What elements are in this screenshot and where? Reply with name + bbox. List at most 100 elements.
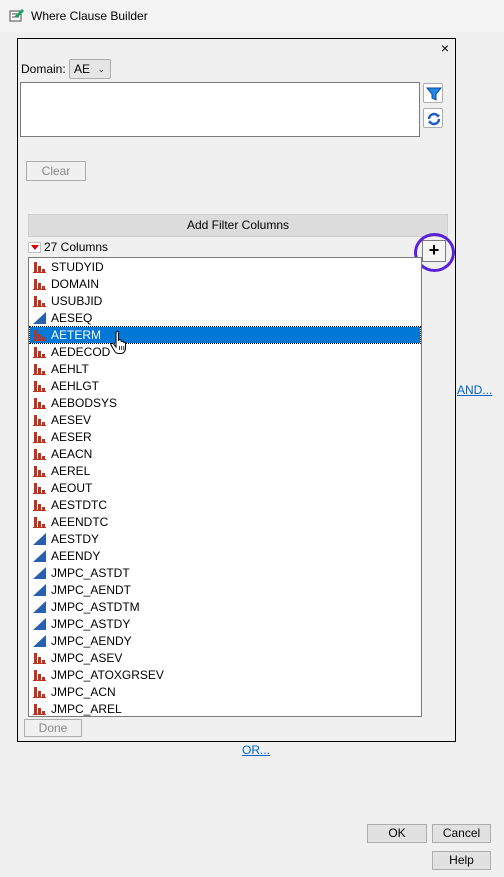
column-name: AEHLT: [51, 362, 89, 376]
column-name: AEDECOD: [51, 345, 111, 359]
column-name: JMPC_AENDT: [51, 583, 132, 597]
refresh-icon: [427, 112, 441, 126]
refresh-button[interactable]: [423, 108, 443, 128]
where-clause-textbox[interactable]: [20, 82, 420, 137]
nominal-column-icon: [33, 296, 46, 307]
column-item[interactable]: AEDECOD: [30, 344, 420, 360]
column-name: JMPC_ASEV: [51, 651, 123, 665]
column-name: DOMAIN: [51, 277, 99, 291]
column-item[interactable]: AEREL: [30, 463, 420, 479]
continuous-column-icon: [33, 550, 46, 562]
nominal-column-icon: [33, 415, 46, 426]
column-item[interactable]: AEHLT: [30, 361, 420, 377]
filter-button[interactable]: [423, 83, 443, 103]
column-item[interactable]: AEACN: [30, 446, 420, 462]
hand-cursor-icon: [110, 331, 126, 354]
app-icon: [9, 9, 24, 22]
column-name: JMPC_ASTDT: [51, 566, 130, 580]
nominal-column-icon: [33, 483, 46, 494]
nominal-column-icon: [33, 364, 46, 375]
nominal-column-icon: [33, 500, 46, 511]
column-item[interactable]: AESTDY: [30, 531, 420, 547]
column-name: AEOUT: [51, 481, 93, 495]
column-item[interactable]: AEOUT: [30, 480, 420, 496]
column-name: JMPC_ASTDTM: [51, 600, 140, 614]
title-bar: Where Clause Builder: [0, 0, 504, 32]
column-name: AESEV: [51, 413, 92, 427]
where-clause-panel: × Domain: AE ⌄ Clear Add Filter Columns …: [17, 38, 456, 742]
column-name: AEBODSYS: [51, 396, 118, 410]
nominal-column-icon: [33, 279, 46, 290]
disclosure-triangle-icon[interactable]: [28, 241, 41, 253]
column-name: AESTDY: [51, 532, 100, 546]
column-item[interactable]: AEHLGT: [30, 378, 420, 394]
column-item[interactable]: JMPC_AREL: [30, 701, 420, 716]
column-item[interactable]: DOMAIN: [30, 276, 420, 292]
column-name: AETERM: [51, 328, 102, 342]
nominal-column-icon: [33, 449, 46, 460]
and-link[interactable]: AND...: [457, 383, 492, 397]
column-item[interactable]: JMPC_AENDY: [30, 633, 420, 649]
continuous-column-icon: [33, 584, 46, 596]
column-name: AEREL: [51, 464, 91, 478]
column-name: USUBJID: [51, 294, 103, 308]
ok-button[interactable]: OK: [367, 824, 427, 843]
continuous-column-icon: [33, 312, 46, 324]
column-item[interactable]: JMPC_ASEV: [30, 650, 420, 666]
nominal-column-icon: [33, 653, 46, 664]
columns-count: 27 Columns: [28, 240, 108, 254]
chevron-down-icon: ⌄: [97, 64, 105, 74]
close-icon[interactable]: ×: [438, 40, 452, 56]
nominal-column-icon: [33, 330, 46, 341]
nominal-column-icon: [33, 687, 46, 698]
column-list[interactable]: STUDYID DOMAIN USUBJID AESEQ AETERM AEDECOD AE…: [28, 257, 422, 717]
column-name: AESTDTC: [51, 498, 108, 512]
continuous-column-icon: [33, 635, 46, 647]
done-button[interactable]: Done: [24, 719, 82, 737]
nominal-column-icon: [33, 704, 46, 715]
column-item[interactable]: AEENDTC: [30, 514, 420, 530]
columns-count-label: 27 Columns: [44, 240, 109, 254]
domain-value: AE: [74, 62, 91, 76]
column-item[interactable]: JMPC_AENDT: [30, 582, 420, 598]
column-item[interactable]: AETERM: [29, 326, 421, 344]
column-name: JMPC_ASTDY: [51, 617, 131, 631]
column-item[interactable]: AEBODSYS: [30, 395, 420, 411]
column-name: STUDYID: [51, 260, 104, 274]
cancel-button[interactable]: Cancel: [432, 824, 491, 843]
column-name: AEENDY: [51, 549, 101, 563]
column-name: JMPC_AREL: [51, 702, 122, 716]
nominal-column-icon: [33, 517, 46, 528]
column-item[interactable]: JMPC_ASTDT: [30, 565, 420, 581]
column-name: JMPC_ATOXGRSEV: [51, 668, 164, 682]
column-name: AESEQ: [51, 311, 93, 325]
column-name: AEENDTC: [51, 515, 109, 529]
column-item[interactable]: AESEV: [30, 412, 420, 428]
help-button[interactable]: Help: [432, 851, 491, 870]
clear-button[interactable]: Clear: [26, 161, 86, 181]
or-link[interactable]: OR...: [242, 743, 270, 757]
column-item[interactable]: AESER: [30, 429, 420, 445]
column-item[interactable]: AESTDTC: [30, 497, 420, 513]
column-item[interactable]: JMPC_ATOXGRSEV: [30, 667, 420, 683]
column-item[interactable]: AEENDY: [30, 548, 420, 564]
nominal-column-icon: [33, 670, 46, 681]
column-name: JMPC_ACN: [51, 685, 116, 699]
column-item[interactable]: JMPC_ACN: [30, 684, 420, 700]
column-item[interactable]: STUDYID: [30, 259, 420, 275]
continuous-column-icon: [33, 601, 46, 613]
nominal-column-icon: [33, 262, 46, 273]
column-name: JMPC_AENDY: [51, 634, 132, 648]
continuous-column-icon: [33, 533, 46, 545]
continuous-column-icon: [33, 567, 46, 579]
nominal-column-icon: [33, 347, 46, 358]
filter-icon: [425, 87, 443, 101]
column-item[interactable]: USUBJID: [30, 293, 420, 309]
column-item[interactable]: AESEQ: [30, 310, 420, 326]
column-name: AESER: [51, 430, 92, 444]
column-item[interactable]: JMPC_ASTDY: [30, 616, 420, 632]
domain-select[interactable]: AE ⌄: [69, 59, 111, 79]
add-filter-columns-header: Add Filter Columns: [28, 214, 448, 237]
continuous-column-icon: [33, 618, 46, 630]
column-item[interactable]: JMPC_ASTDTM: [30, 599, 420, 615]
